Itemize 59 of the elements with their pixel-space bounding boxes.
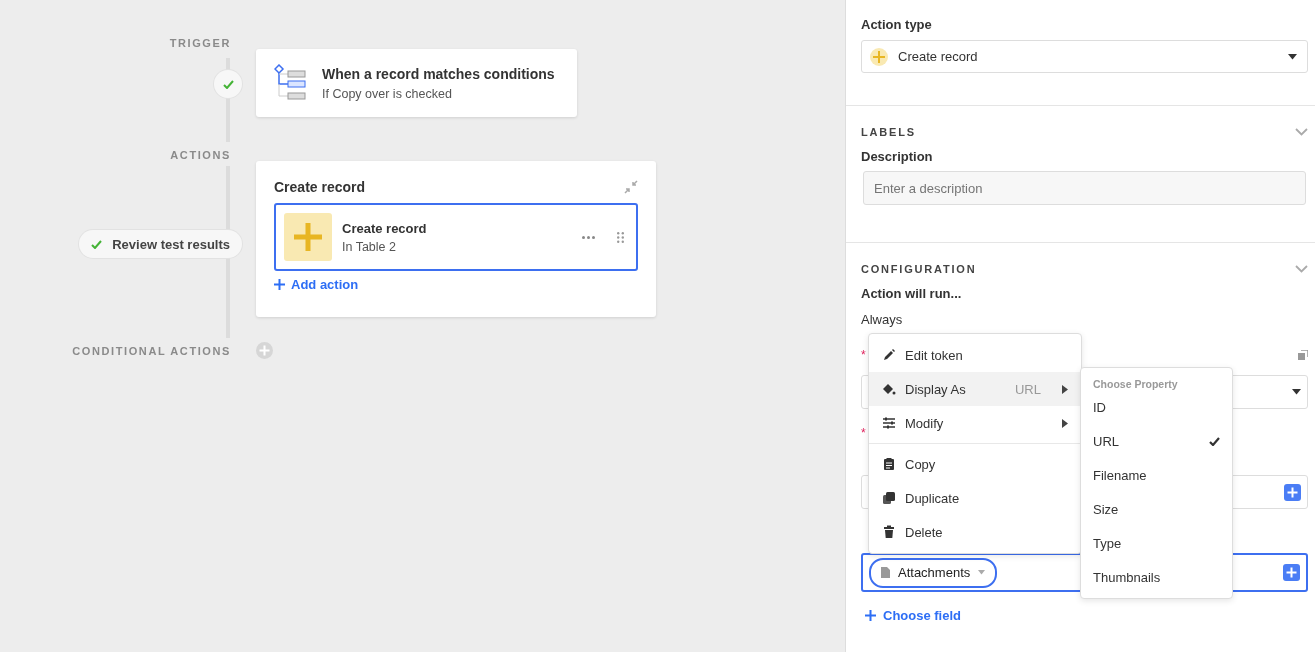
submenu-heading: Choose Property [1092, 378, 1179, 390]
caret-icon [1292, 389, 1301, 395]
field-label: Description [861, 149, 934, 164]
field-token[interactable]: Attachments [869, 557, 998, 588]
property-option[interactable]: URL [1081, 424, 1232, 458]
plus-icon [284, 213, 332, 261]
menu-item-icon [882, 416, 896, 430]
menu-item[interactable]: Edit token [869, 338, 1081, 372]
menu-item-icon [882, 348, 896, 362]
plus-icon [870, 47, 888, 66]
action-subtitle: In Table 2 [342, 239, 397, 254]
section-title: CONFIGURATION [861, 263, 977, 275]
card-title: Create record [274, 179, 366, 195]
expand-icon[interactable] [1298, 350, 1308, 360]
drag-handle-icon[interactable] [617, 231, 624, 243]
section-label: CONDITIONAL ACTIONS [72, 345, 231, 357]
action-title: Create record [342, 220, 428, 236]
menu-item-icon [882, 382, 896, 396]
add-icon[interactable] [1284, 483, 1301, 501]
required-mark: * [861, 426, 866, 440]
required-mark: * [861, 348, 866, 362]
choose-field-link[interactable]: Choose field [861, 608, 961, 623]
review-test-results-button[interactable]: Review test results [79, 230, 242, 258]
menu-item[interactable]: Display As URL [869, 372, 1081, 406]
menu-item[interactable]: Delete [869, 515, 1081, 549]
menu-item-icon [882, 491, 896, 505]
more-icon[interactable] [582, 235, 595, 239]
property-option[interactable]: Type [1081, 526, 1232, 560]
flowchart-icon [274, 64, 308, 102]
property-option[interactable]: Thumbnails [1081, 560, 1232, 594]
menu-item-icon [882, 525, 896, 539]
caret-icon [1288, 53, 1297, 60]
run-value: Always [861, 312, 904, 327]
menu-item-icon [882, 457, 896, 471]
action-item[interactable]: Create record In Table 2 [274, 203, 638, 271]
field-label: Action will run... [861, 286, 963, 301]
menu-item[interactable]: Modify [869, 406, 1081, 440]
add-icon[interactable] [1283, 564, 1300, 581]
trigger-card[interactable]: When a record matches conditions If Copy over is checked [256, 49, 577, 117]
property-option[interactable]: Size [1081, 492, 1232, 526]
property-option[interactable]: ID [1081, 390, 1232, 424]
section-label: ACTIONS [170, 149, 231, 161]
caret-icon [978, 570, 986, 575]
description-input[interactable]: Enter a description [863, 171, 1306, 205]
field-label: Action type [861, 17, 933, 32]
chevron-down-icon[interactable] [1295, 265, 1308, 273]
chevron-down-icon[interactable] [1295, 128, 1308, 136]
property-option[interactable]: Filename [1081, 458, 1232, 492]
trigger-subtitle: If Copy over is checked [322, 86, 453, 101]
action-type-select[interactable]: Create record [861, 40, 1308, 73]
section-title: LABELS [861, 126, 916, 138]
trigger-title: When a record matches conditions [322, 65, 555, 82]
add-action-link[interactable]: Add action [274, 277, 359, 292]
menu-item-value: URL [1015, 381, 1041, 397]
plus-icon [274, 279, 285, 290]
plus-icon [865, 610, 876, 621]
collapse-icon[interactable] [624, 180, 638, 194]
document-icon [881, 567, 890, 578]
section-label: TRIGGER [169, 37, 231, 49]
